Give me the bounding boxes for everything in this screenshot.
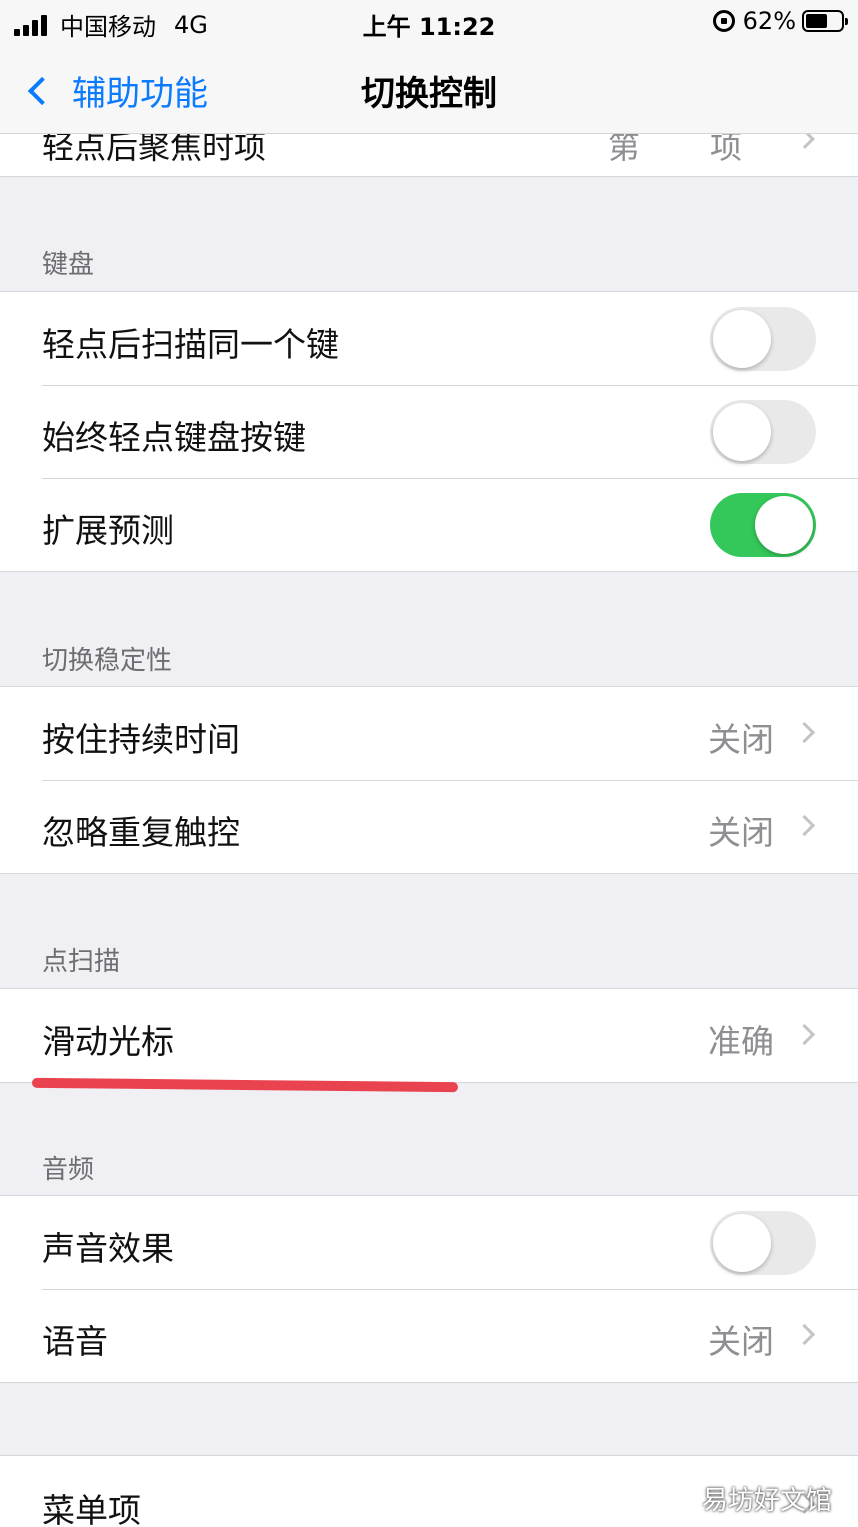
row-sound-effects: 声音效果 (0, 1196, 858, 1289)
status-bar: 中国移动 4G 上午 11:22 62% (0, 0, 858, 44)
chevron-right-icon (793, 1323, 816, 1346)
chevron-right-icon (795, 134, 815, 149)
toggle-knob (713, 310, 771, 368)
row-label: 始终轻点键盘按键 (42, 418, 306, 457)
status-right: 62% (712, 7, 848, 35)
group-point-scan: 滑动光标 准确 (0, 988, 858, 1083)
row-value: 关闭 (708, 813, 774, 852)
toggle-knob (713, 403, 771, 461)
battery-percent: 62% (742, 7, 796, 35)
battery-icon (802, 10, 848, 32)
toggle-switch[interactable] (710, 307, 816, 371)
row-label: 声音效果 (42, 1229, 174, 1268)
row-glide-cursor[interactable]: 滑动光标 准确 (0, 989, 858, 1082)
row-value: 第 项 (607, 134, 772, 166)
section-header-stability: 切换稳定性 (42, 646, 173, 676)
group-audio: 声音效果 语音 关闭 (0, 1195, 858, 1383)
orientation-lock-icon (712, 10, 735, 32)
toggle-switch[interactable] (710, 400, 816, 464)
toggle-switch[interactable] (710, 1211, 816, 1275)
row-always-tap-keys: 始终轻点键盘按键 (0, 385, 858, 478)
row-speech[interactable]: 语音 关闭 (0, 1289, 858, 1382)
row-value: 准确 (708, 1022, 774, 1061)
row-label: 扩展预测 (42, 511, 174, 550)
row-label: 语音 (42, 1322, 108, 1361)
row-hold-duration[interactable]: 按住持续时间 关闭 (0, 687, 858, 780)
group-keyboard: 轻点后扫描同一个键 始终轻点键盘按键 扩展预测 (0, 291, 858, 572)
row-ignore-repeat[interactable]: 忽略重复触控 关闭 (0, 780, 858, 873)
screen: 中国移动 4G 上午 11:22 62% 辅助功能 切换控制 轻点后聚焦时项 第… (0, 0, 858, 1527)
row-extended-predictions: 扩展预测 (0, 478, 858, 571)
row-label: 按住持续时间 (42, 720, 240, 759)
chevron-right-icon (793, 1023, 816, 1046)
chevron-right-icon (793, 721, 816, 744)
section-header-point-scan: 点扫描 (42, 947, 121, 977)
group-stability: 按住持续时间 关闭 忽略重复触控 关闭 (0, 686, 858, 874)
row-value: 关闭 (708, 720, 774, 759)
row-label: 忽略重复触控 (42, 813, 240, 852)
row-scan-same-key: 轻点后扫描同一个键 (0, 292, 858, 385)
section-header-keyboard: 键盘 (42, 250, 95, 280)
chevron-right-icon (793, 814, 816, 837)
watermark: 易坊好文馆 (701, 1486, 832, 1516)
page-title: 切换控制 (361, 74, 497, 114)
section-header-audio: 音频 (42, 1155, 95, 1185)
navigation-bar: 辅助功能 切换控制 (0, 44, 858, 134)
battery-fill (806, 14, 828, 28)
row-label: 轻点后扫描同一个键 (42, 325, 339, 364)
row-label: 菜单项 (42, 1491, 141, 1527)
list-item-partial[interactable]: 轻点后聚焦时项 第 项 (0, 134, 858, 177)
row-value: 关闭 (708, 1322, 774, 1361)
row-label: 轻点后聚焦时项 (42, 134, 267, 166)
toggle-switch[interactable] (710, 493, 816, 557)
row-label: 滑动光标 (42, 1022, 174, 1061)
toggle-knob (755, 496, 813, 554)
toggle-knob (713, 1214, 771, 1272)
